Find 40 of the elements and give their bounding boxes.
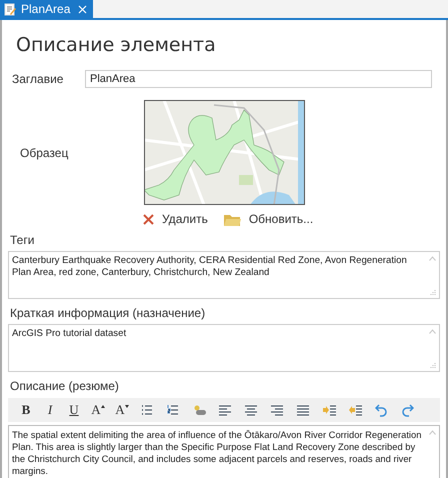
list-icon[interactable] xyxy=(140,404,154,416)
align-left-icon[interactable] xyxy=(218,404,232,416)
summary-field[interactable]: ArcGIS Pro tutorial dataset xyxy=(8,324,440,372)
redo-icon[interactable] xyxy=(400,404,414,416)
align-right-icon[interactable] xyxy=(270,404,284,416)
update-button[interactable]: Обновить... xyxy=(224,212,314,226)
resize-grip-icon xyxy=(429,289,436,296)
scroll-up-icon xyxy=(429,430,436,435)
delete-button[interactable]: Удалить xyxy=(143,212,208,226)
resize-grip-icon xyxy=(429,362,436,369)
align-center-icon[interactable] xyxy=(244,404,258,416)
document-tab[interactable]: PlanArea xyxy=(0,0,94,18)
outdent-icon[interactable] xyxy=(348,404,362,416)
folder-icon xyxy=(224,212,241,226)
tags-field[interactable]: Canterbury Earthquake Recovery Authority, CERA Residential Red Zone, Avon Regeneration Plan Area, red zone, Canterbury, Christchurch, New Zealand xyxy=(8,251,440,299)
description-field[interactable]: The spatial extent delimiting the area of influence of the Ōtākaro/Avon River Corridor Regeneration Plan. This area is slightly larger than the Specific Purpose Flat Land Recovery Zone described by the Christchurch City Council, and includes some adjacent parcels and reserves, roads and river margins. xyxy=(8,425,440,478)
italic-button[interactable]: I xyxy=(40,400,60,420)
section-label: Описание (резюме) xyxy=(10,379,120,394)
caret-down-icon xyxy=(124,404,129,408)
underline-button[interactable]: U xyxy=(64,400,84,420)
close-icon xyxy=(78,4,88,14)
shrink-font-button[interactable]: A xyxy=(112,400,132,420)
scroll-up-icon xyxy=(429,329,436,334)
justify-icon[interactable] xyxy=(296,404,310,416)
link-icon[interactable] xyxy=(192,404,206,416)
caret-up-icon xyxy=(100,404,105,408)
scroll-up-icon xyxy=(429,256,436,261)
title-field[interactable]: PlanArea xyxy=(85,70,432,88)
close-icon xyxy=(143,214,154,224)
indent-icon[interactable] xyxy=(322,404,336,416)
undo-icon[interactable] xyxy=(374,404,388,416)
section-label: Краткая информация (назначение) xyxy=(10,306,206,321)
page-heading: Описание элемента xyxy=(16,33,217,57)
grow-font-button[interactable]: A xyxy=(88,400,108,420)
numbered-list-icon[interactable] xyxy=(166,404,180,416)
field-label: Образец xyxy=(20,146,70,160)
document-icon xyxy=(4,2,16,16)
bold-button[interactable]: B xyxy=(16,400,36,420)
field-label: Заглавие xyxy=(12,72,64,86)
section-label: Теги xyxy=(10,233,36,248)
